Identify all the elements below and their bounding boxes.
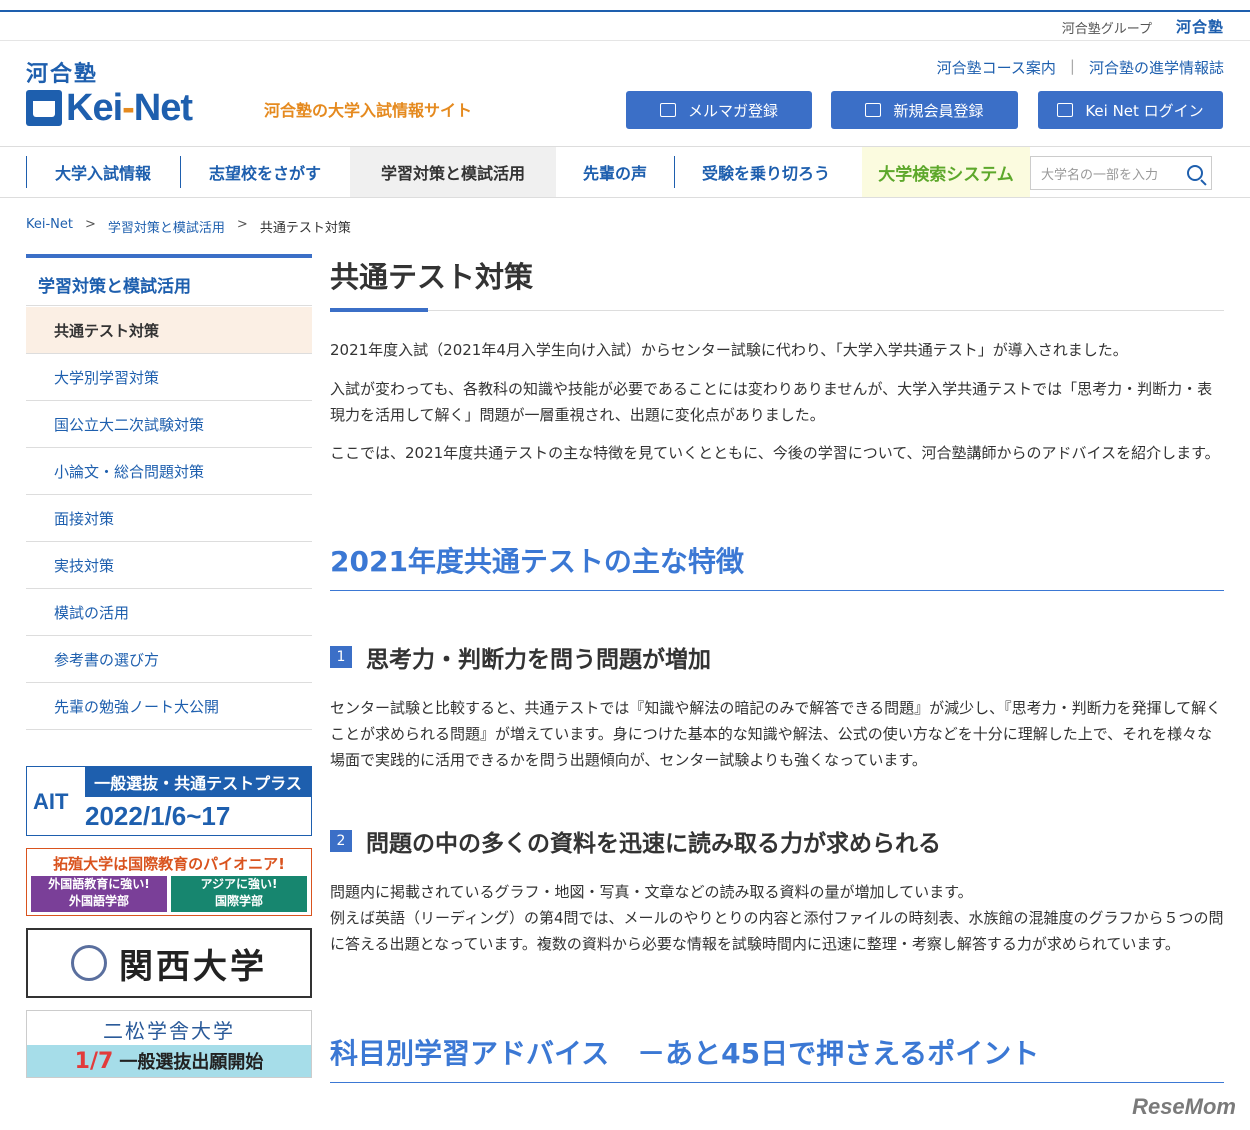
kansai-banner[interactable]: 関西大学 <box>26 928 312 998</box>
point-body-2-line1: 問題内に掲載されているグラフ・地図・写真・文章などの読み取る資料の量が増加してい… <box>330 883 973 901</box>
nav-find-school[interactable]: 志望校をさがす <box>180 147 350 197</box>
sidebar-item-interview[interactable]: 面接対策 <box>26 495 312 542</box>
register-button[interactable]: 新規会員登録 <box>831 91 1018 129</box>
breadcrumb-current: 共通テスト対策 <box>259 221 351 236</box>
mail-icon <box>659 103 676 117</box>
sidebar-item-essay[interactable]: 小論文・総合問題対策 <box>26 448 312 495</box>
site-tagline: 河合塾の大学入試情報サイト <box>264 101 473 120</box>
ait-banner[interactable]: AIT 一般選抜・共通テストプラス 2022/1/6~17 <box>26 766 312 836</box>
nav-exam-info[interactable]: 大学入試情報 <box>26 147 180 197</box>
login-icon <box>1057 103 1074 117</box>
title-underline <box>330 308 1224 312</box>
group-bar: 河合塾グループ 河合塾 <box>0 12 1250 41</box>
newsletter-button[interactable]: メルマガ登録 <box>626 91 812 129</box>
sidebar-item-mock[interactable]: 模試の活用 <box>26 589 312 636</box>
point-heading-1: 1 思考力・判断力を問う問題が増加 <box>330 640 1224 674</box>
course-guide-link[interactable]: 河合塾コース案内 <box>937 57 1056 78</box>
nav-study-mock[interactable]: 学習対策と模試活用 <box>350 147 556 197</box>
university-search-label[interactable]: 大学検索システム <box>862 147 1030 197</box>
link-separator: | <box>1069 57 1075 75</box>
nishogakusha-bottom: 1/7 一般選抜出願開始 <box>27 1045 311 1077</box>
kansai-seal-icon <box>71 945 107 981</box>
sidebar-item-notes[interactable]: 先輩の勉強ノート大公開 <box>26 683 312 730</box>
takushoku-banner-title: 拓殖大学は国際教育のパイオニア! <box>53 855 285 873</box>
page-title: 共通テスト対策 <box>330 260 534 294</box>
section-heading-features: 2021年度共通テストの主な特徴 <box>330 545 744 578</box>
nishogakusha-name: 二松学舎大学 <box>103 1019 235 1043</box>
breadcrumb-separator: > <box>85 217 96 232</box>
point-number-badge: 1 <box>330 646 352 668</box>
intro-paragraph: ここでは、2021年度共通テストの主な特徴を見ていくとともに、今後の学習について… <box>330 444 1220 462</box>
section-rule <box>330 590 1224 591</box>
nav-seniors[interactable]: 先輩の声 <box>556 147 674 197</box>
point-number-badge: 2 <box>330 830 352 852</box>
point-body-2: 問題内に掲載されているグラフ・地図・写真・文章などの読み取る資料の量が増加してい… <box>330 879 1224 957</box>
group-text: 河合塾グループ <box>1061 22 1152 37</box>
group-logo[interactable]: 河合塾 <box>1176 16 1224 37</box>
takushoku-intl: アジアに強い! 国際学部 <box>171 876 307 912</box>
breadcrumb-separator: > <box>236 217 248 232</box>
ait-banner-date: 2022/1/6~17 <box>85 801 231 831</box>
sidebar-item-univ-study[interactable]: 大学別学習対策 <box>26 354 312 401</box>
nav-get-through[interactable]: 受験を乗り切ろう <box>674 147 858 197</box>
global-nav: 大学入試情報 志望校をさがす 学習対策と模試活用 先輩の声 受験を乗り切ろう 大… <box>0 146 1250 198</box>
sidebar-item-reference[interactable]: 参考書の選び方 <box>26 636 312 683</box>
keinet-logo-text: Kei-Net <box>66 86 193 129</box>
login-button[interactable]: Kei Net ログイン <box>1038 91 1223 129</box>
nishogakusha-date: 1/7 <box>74 1048 114 1074</box>
breadcrumb-study[interactable]: 学習対策と模試活用 <box>108 217 225 236</box>
section-heading-advice: 科目別学習アドバイス －あと45日で押さえるポイント <box>330 1037 1040 1070</box>
breadcrumb: Kei-Net > 学習対策と模試活用 > 共通テスト対策 <box>26 217 351 236</box>
search-icon[interactable] <box>1187 165 1203 181</box>
takushoku-foreign-lang: 外国語教育に強い! 外国語学部 <box>31 876 167 912</box>
point-body-1: センター試験と比較すると、共通テストでは『知識や解法の暗記のみで解答できる問題』… <box>330 699 1222 769</box>
resemom-watermark: ReseMom <box>1132 1094 1236 1119</box>
sidebar-item-practical[interactable]: 実技対策 <box>26 542 312 589</box>
intro-paragraph: 入試が変わっても、各教科の知識や技能が必要であることには変わりありませんが、大学… <box>330 380 1213 424</box>
intro-paragraph: 2021年度入試（2021年4月入学生向け入試）からセンター試験に代わり、「大学… <box>330 341 1128 359</box>
user-icon <box>865 103 882 117</box>
keinet-logo-icon <box>26 90 62 126</box>
breadcrumb-home[interactable]: Kei-Net <box>26 217 73 236</box>
kawaijuku-label[interactable]: 河合塾 <box>26 56 98 88</box>
university-search-input[interactable]: 大学名の一部を入力 <box>1030 156 1212 190</box>
keinet-logo[interactable]: Kei-Net <box>26 86 193 130</box>
sidebar-item-national-second[interactable]: 国公立大二次試験対策 <box>26 401 312 448</box>
nishogakusha-text: 一般選抜出願開始 <box>119 1052 264 1073</box>
ait-logo: AIT <box>33 789 69 814</box>
nishogakusha-banner[interactable]: 二松学舎大学 1/7 一般選抜出願開始 <box>26 1010 312 1078</box>
kansai-name: 関西大学 <box>119 946 267 987</box>
sidebar-heading[interactable]: 学習対策と模試活用 <box>26 254 312 306</box>
header-links: 河合塾コース案内 | 河合塾の進学情報誌 <box>937 57 1224 78</box>
point-heading-2: 2 問題の中の多くの資料を迅速に読み取る力が求められる <box>330 824 1224 858</box>
section-rule <box>330 1082 1224 1083</box>
point-body-2-line2: 例えば英語（リーディング）の第4問では、メールのやりとりの内容と添付ファイルの時… <box>330 909 1224 953</box>
ait-banner-title: 一般選抜・共通テストプラス <box>85 767 311 797</box>
sidebar-item-common-test[interactable]: 共通テスト対策 <box>26 307 312 354</box>
magazine-link[interactable]: 河合塾の進学情報誌 <box>1089 57 1224 78</box>
takushoku-banner[interactable]: 拓殖大学は国際教育のパイオニア! 外国語教育に強い! 外国語学部 アジアに強い!… <box>26 848 312 916</box>
